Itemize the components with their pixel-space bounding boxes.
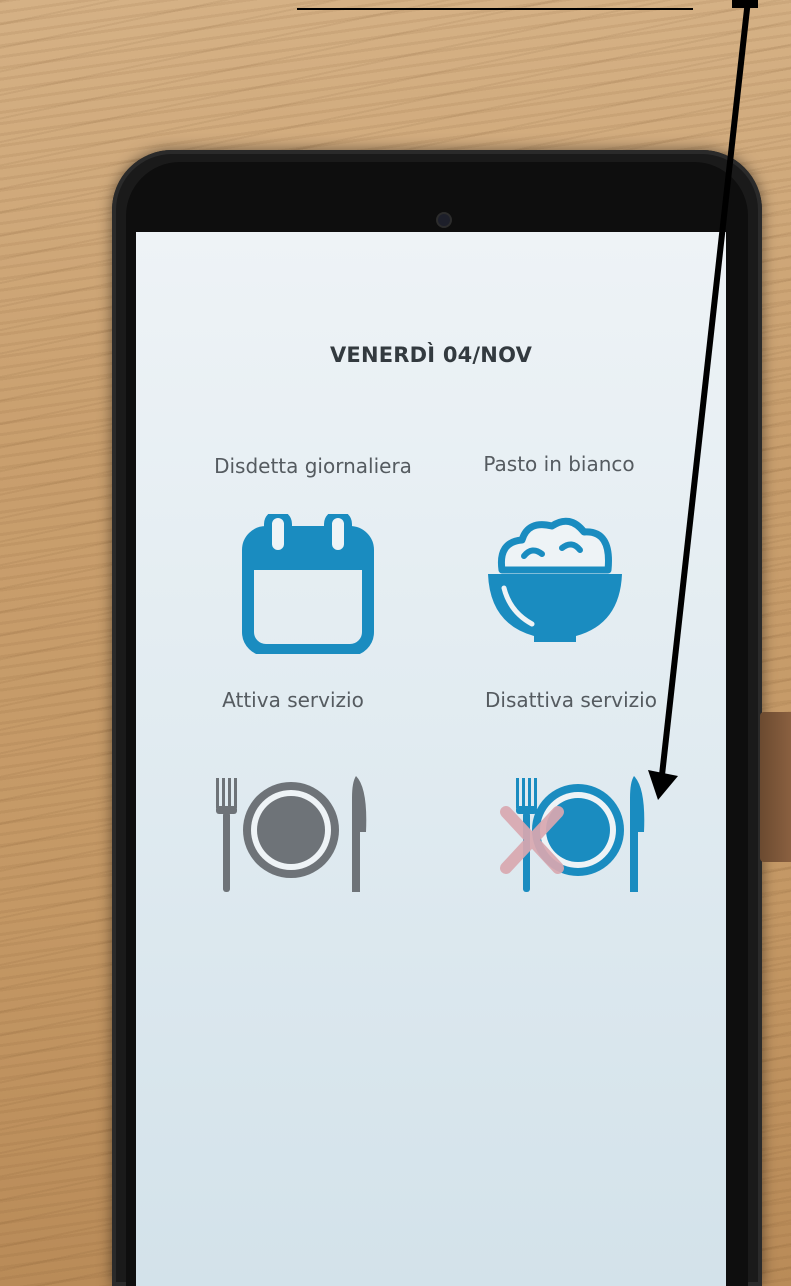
plate-cutlery-crossed-icon[interactable] xyxy=(476,768,656,898)
front-camera xyxy=(438,214,450,226)
tile-label: Disdetta giornaliera xyxy=(214,454,412,478)
annotation-underline xyxy=(297,8,693,10)
annotation-marker xyxy=(732,0,758,8)
tile-pasto-in-bianco[interactable]: Pasto in bianco xyxy=(454,452,714,642)
tile-disattiva-servizio[interactable]: Disattiva servizio xyxy=(456,688,716,892)
tile-label: Attiva servizio xyxy=(222,688,364,712)
tile-label: Disattiva servizio xyxy=(485,688,657,712)
rice-bowl-icon[interactable] xyxy=(480,512,630,652)
calendar-icon[interactable] xyxy=(238,514,378,654)
tile-disdetta-giornaliera[interactable]: Disdetta giornaliera xyxy=(198,454,458,654)
tile-label: Pasto in bianco xyxy=(483,452,635,476)
plate-cutlery-icon[interactable] xyxy=(206,768,376,898)
app-screen: VENERDÌ 04/NOV Disdetta giornaliera Past… xyxy=(136,232,726,1286)
page-title: VENERDÌ 04/NOV xyxy=(329,343,533,367)
tile-attiva-servizio[interactable]: Attiva servizio xyxy=(178,688,438,892)
phone-case-strap xyxy=(760,712,791,862)
